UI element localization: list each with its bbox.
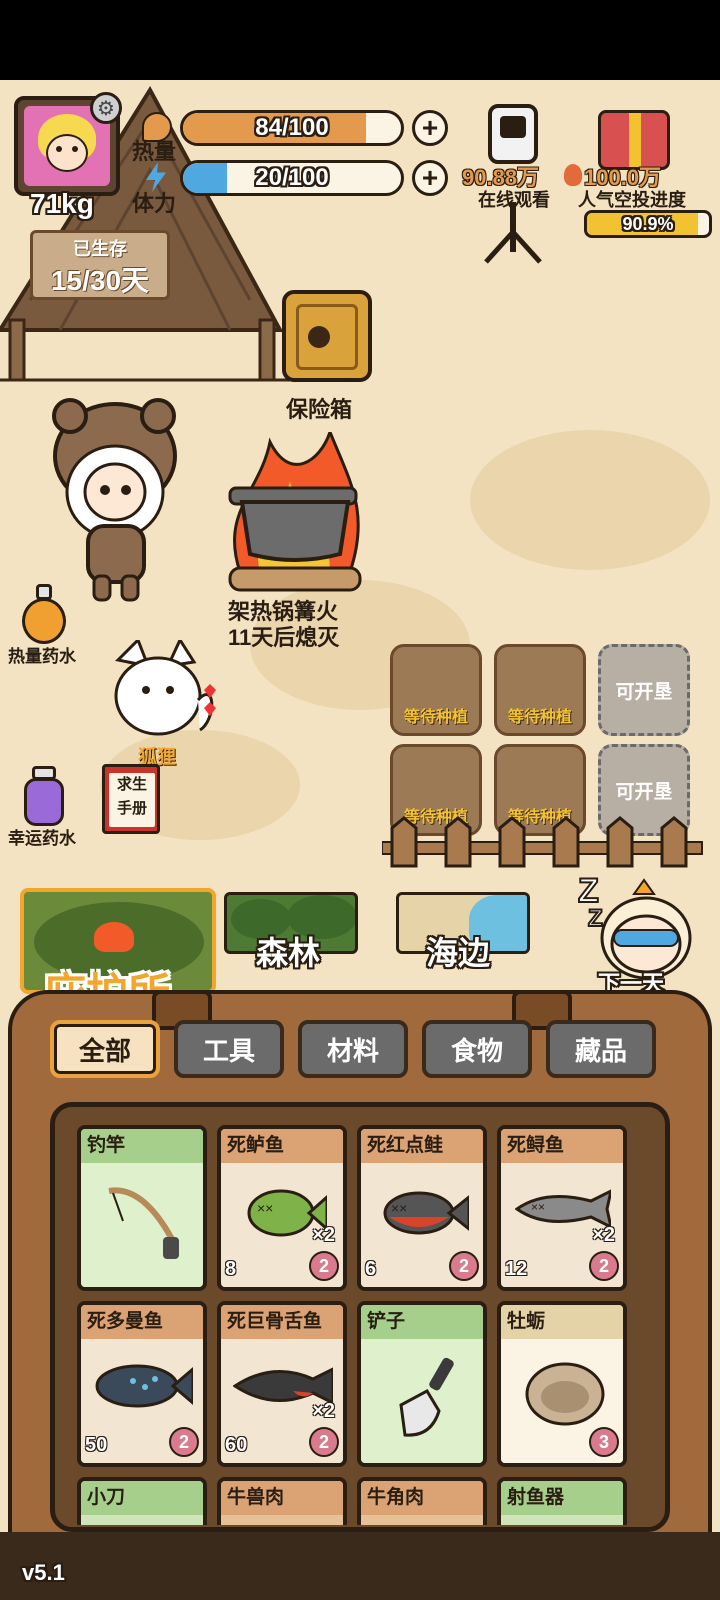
item-calories: 50 [85, 1434, 108, 1456]
item-calories: 60 [225, 1434, 248, 1456]
fishing-rod-icon [108, 1187, 179, 1259]
add-stamina-button[interactable]: + [412, 160, 448, 196]
player-weight: 71kg [30, 188, 94, 219]
inventory-grid: 钓竿 死鲈鱼 ×× ×2 8 2 死红点鲑 ×× 6 2 死鲟鱼 ×× ×2 1… [50, 1102, 670, 1532]
item-count: 2 [309, 1427, 339, 1457]
inventory-card[interactable]: 牛角肉 [357, 1477, 487, 1525]
stamina-value: 20/100 [255, 164, 329, 191]
campfire-timer: 11天后熄灭 [228, 625, 340, 650]
safe-label: 保险箱 [286, 397, 353, 422]
airdrop-progress-bar: 90.9% [584, 210, 712, 238]
tab-tools[interactable]: 工具 [174, 1020, 284, 1078]
plot-status: 等待种植 [507, 709, 572, 726]
oyster-icon [525, 1362, 605, 1426]
inventory-card[interactable]: 钓竿 [77, 1125, 207, 1291]
bottom-strap [0, 1532, 720, 1600]
inventory-card[interactable]: 小刀 [77, 1477, 207, 1525]
item-name: 铲子 [361, 1305, 483, 1339]
calorie-potion-icon[interactable] [20, 584, 68, 646]
item-name: 死多曼鱼 [81, 1305, 203, 1339]
item-name: 牛角肉 [361, 1481, 483, 1515]
luck-potion-icon[interactable] [20, 766, 68, 828]
dead-dorado-icon [95, 1364, 193, 1408]
inventory-card[interactable]: 死鲈鱼 ×× ×2 8 2 [217, 1125, 347, 1291]
version-label: v5.1 [22, 1560, 65, 1585]
inventory-card[interactable]: 铲子 [357, 1301, 487, 1467]
item-multiplier: ×2 [312, 1400, 335, 1422]
item-count: 2 [169, 1427, 199, 1457]
popularity-label: 人气空投进度 [578, 190, 686, 210]
manual-label-2: 手册 [116, 800, 147, 817]
location-forest-label[interactable]: 森林 [256, 928, 320, 974]
ground-patch [470, 430, 710, 570]
inventory-card[interactable]: 牡蛎 3 [497, 1301, 627, 1467]
viewers-label: 在线观看 [478, 190, 550, 210]
item-count: 2 [589, 1251, 619, 1281]
item-count: 2 [309, 1251, 339, 1281]
campfire-pot[interactable] [220, 432, 370, 602]
item-name: 小刀 [81, 1481, 203, 1515]
tab-all[interactable]: 全部 [50, 1020, 160, 1078]
item-count: 3 [589, 1427, 619, 1457]
settings-gear-icon[interactable]: ⚙ [90, 92, 122, 124]
calorie-label: 热量 [132, 139, 177, 164]
item-multiplier: ×2 [312, 1224, 335, 1246]
calorie-bar: 84/100 [180, 110, 404, 146]
game-scene: ⚙ 71kg 已生存 15/30天 热量 84/100 + 体力 20/100 … [0, 80, 720, 1600]
calorie-value: 84/100 [255, 114, 329, 141]
player-character[interactable] [40, 396, 190, 606]
svg-text:××: ×× [531, 1200, 545, 1214]
safe-box[interactable] [282, 290, 372, 382]
inventory-card[interactable]: 死巨骨舌鱼 ×2 60 2 [217, 1301, 347, 1467]
survived-label: 已生存 [73, 239, 127, 259]
item-name: 死红点鲑 [361, 1129, 483, 1163]
item-calories: 12 [505, 1258, 528, 1280]
svg-text:Z: Z [588, 905, 603, 932]
item-name: 死鲟鱼 [501, 1129, 623, 1163]
fox-pet[interactable] [108, 640, 218, 740]
calorie-potion-label: 热量药水 [8, 647, 76, 666]
inventory-card[interactable]: 牛兽肉 [217, 1477, 347, 1525]
dead-char-icon: ×× [383, 1191, 469, 1235]
stamina-label: 体力 [132, 191, 177, 216]
stamina-bar: 20/100 [180, 160, 404, 196]
farm-plot[interactable]: 等待种植 [494, 644, 586, 736]
tab-materials[interactable]: 材料 [298, 1020, 408, 1078]
item-name: 死巨骨舌鱼 [221, 1305, 343, 1339]
svg-text:××: ×× [257, 1200, 273, 1216]
add-calorie-button[interactable]: + [412, 110, 448, 146]
location-beach-label[interactable]: 海边 [426, 928, 490, 974]
fence-decoration [382, 816, 703, 868]
inventory-card[interactable]: 死鲟鱼 ×× ×2 12 2 [497, 1125, 627, 1291]
inventory-card[interactable]: 死多曼鱼 50 2 [77, 1301, 207, 1467]
item-name: 死鲈鱼 [221, 1129, 343, 1163]
svg-text:××: ×× [391, 1200, 407, 1216]
item-calories: 8 [225, 1258, 237, 1280]
item-calories: 6 [365, 1258, 377, 1280]
luck-potion-label: 幸运药水 [8, 829, 76, 848]
popularity-fire-icon [564, 164, 582, 186]
survived-sign: 已生存 15/30天 [30, 230, 170, 300]
item-name: 钓竿 [81, 1129, 203, 1163]
farm-plot-locked[interactable]: 可开垦 [598, 644, 690, 736]
manual-label-1: 求生 [116, 776, 147, 793]
item-name: 牛兽肉 [221, 1481, 343, 1515]
item-multiplier: ×2 [592, 1224, 615, 1246]
item-name: 牡蛎 [501, 1305, 623, 1339]
tab-food[interactable]: 食物 [422, 1020, 532, 1078]
shovel-icon [399, 1357, 454, 1437]
item-count: 2 [449, 1251, 479, 1281]
inventory-card[interactable]: 射鱼器 [497, 1477, 627, 1525]
airdrop-progress-value: 90.9% [622, 214, 674, 234]
inventory-card[interactable]: 死红点鲑 ×× 6 2 [357, 1125, 487, 1291]
plot-status: 等待种植 [403, 709, 468, 726]
item-name: 射鱼器 [501, 1481, 623, 1515]
survival-manual-book[interactable]: 求生 手册 [102, 764, 160, 834]
survived-days: 15/30天 [50, 265, 150, 296]
farm-plot[interactable]: 等待种植 [390, 644, 482, 736]
tab-collectibles[interactable]: 藏品 [546, 1020, 656, 1078]
